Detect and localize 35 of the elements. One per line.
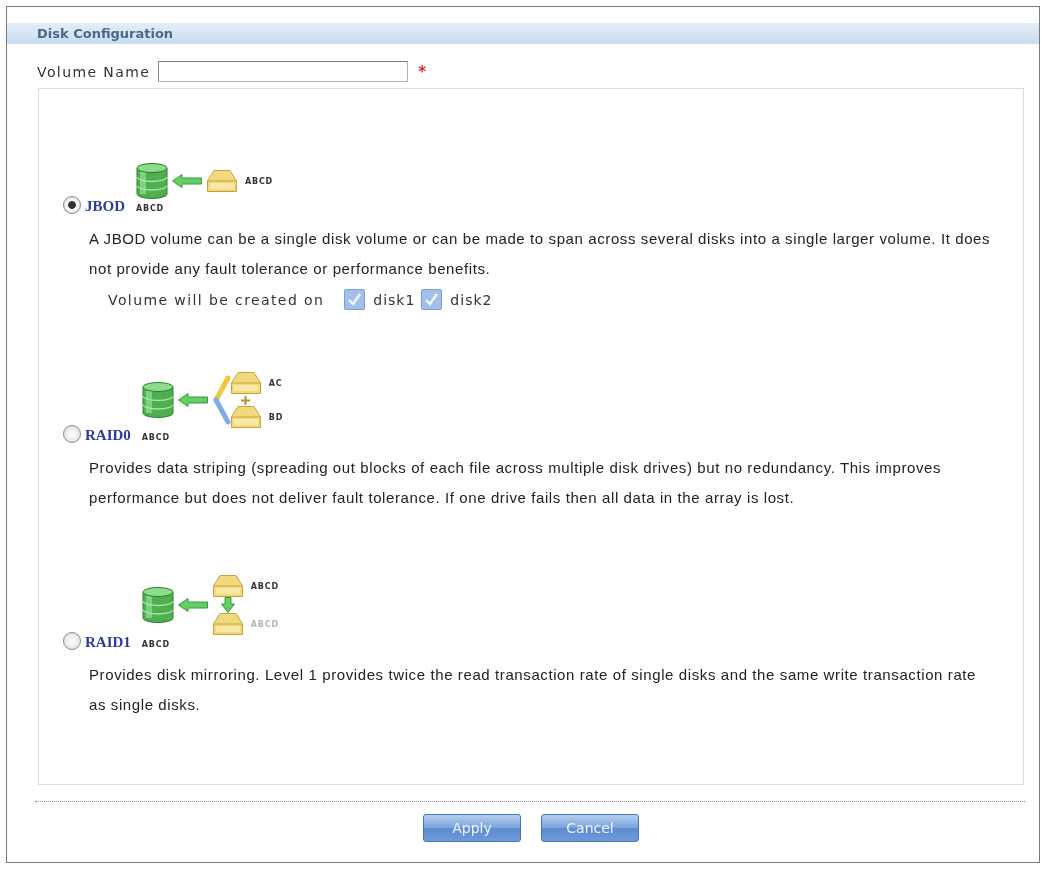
disk-label: ABCD — [250, 619, 279, 629]
section-title: Disk Configuration — [37, 26, 174, 41]
checkbox-label: disk2 — [450, 291, 493, 308]
volume-label: ABCD — [136, 204, 165, 214]
required-mark: * — [418, 62, 427, 81]
radio-button[interactable] — [63, 425, 81, 443]
option-label[interactable]: RAID1 — [85, 634, 131, 650]
database-icon — [136, 163, 168, 199]
down-arrow-icon — [220, 597, 235, 613]
option-label[interactable]: JBOD — [85, 198, 125, 214]
placement-label: Volume will be created on — [108, 291, 325, 308]
plus-icon — [241, 395, 251, 405]
database-icon — [141, 587, 174, 623]
checkbox[interactable] — [421, 289, 443, 310]
database-icon — [141, 382, 174, 418]
checkbox[interactable] — [344, 289, 366, 310]
disk-label: ABCD — [250, 581, 279, 591]
disk-label: AC — [268, 378, 283, 388]
left-arrow-icon — [177, 393, 208, 407]
option-description: Provides disk mirroring. Level 1 provides twice the read transaction rate of single disks and the same write transaction rate as single disks. — [89, 665, 978, 715]
volume-label: ABCD — [141, 640, 170, 650]
left-arrow-icon — [177, 598, 208, 612]
left-arrow-icon — [172, 174, 202, 188]
volume-name-field[interactable] — [158, 61, 409, 82]
disk-label: BD — [268, 412, 284, 422]
option-description: Provides data striping (spreading out blocks of each file across multiple disk drives) but no redundancy. This improves performance but does not deliver fault tolerance. If one drive fails then all data in the array is lost. — [89, 458, 943, 508]
branch-connector-icon — [212, 375, 231, 425]
volume-label: ABCD — [141, 433, 170, 443]
disk-label: ABCD — [245, 176, 274, 186]
field-label: Volume Name — [37, 63, 151, 80]
option-description: A JBOD volume can be a single disk volume or can be made to span across several disks into a single larger volume. It does not provide any fault tolerance or performance benefits. — [89, 229, 992, 279]
checkbox-label: disk1 — [373, 291, 416, 308]
option-label[interactable]: RAID0 — [85, 427, 131, 443]
radio-button[interactable] — [63, 632, 81, 650]
radio-button[interactable] — [63, 196, 81, 214]
